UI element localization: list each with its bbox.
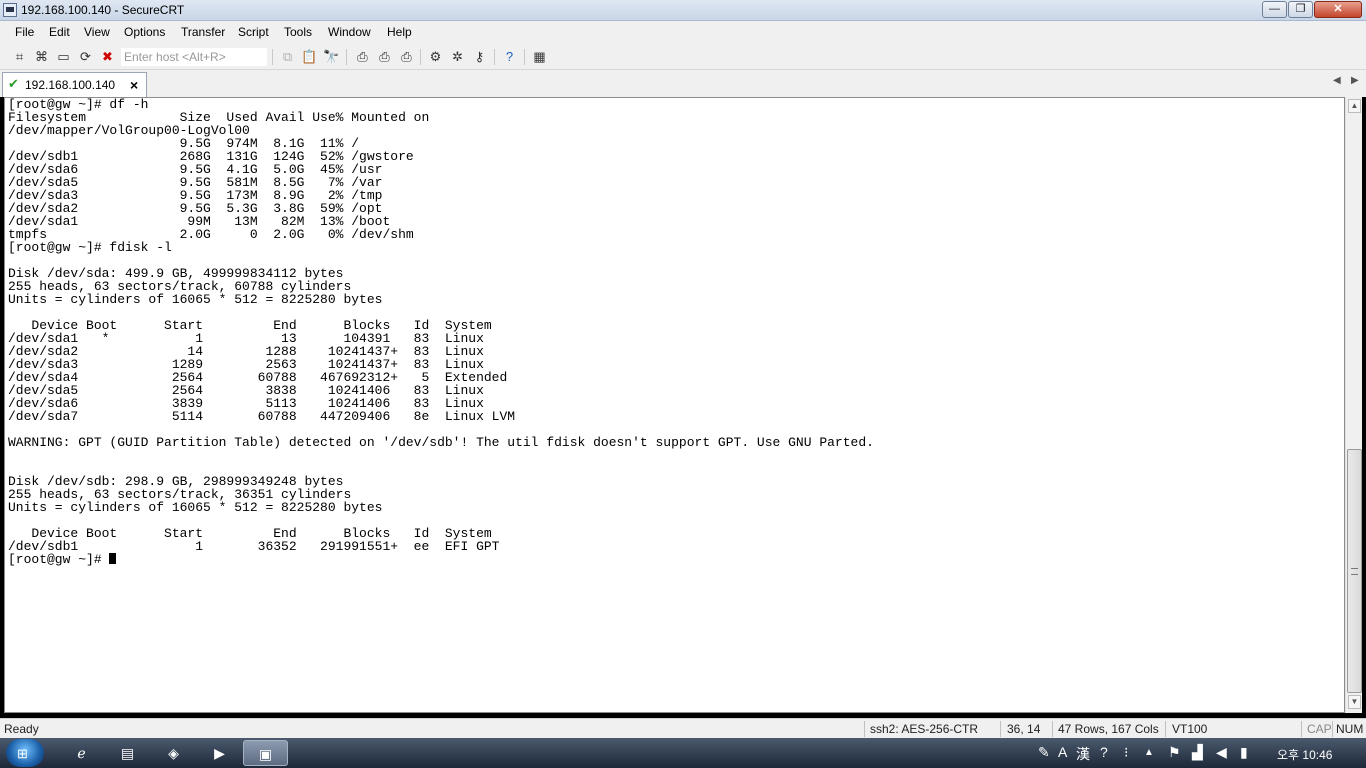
ime-menu-icon[interactable]: ⁝ <box>1124 744 1128 761</box>
close-button[interactable]: ✕ <box>1314 1 1362 18</box>
ime-help-icon[interactable]: ? <box>1100 744 1108 760</box>
toolbar-separator <box>420 49 421 65</box>
network-icon[interactable]: ▟ <box>1192 744 1203 761</box>
paste-icon[interactable]: 📋 <box>301 48 318 65</box>
show-hidden-icons-icon[interactable]: ▲ <box>1144 747 1154 758</box>
status-terminal-size: 47 Rows, 167 Cols <box>1058 722 1159 736</box>
help-icon[interactable]: ? <box>501 48 518 65</box>
status-cipher: ssh2: AES-256-CTR <box>870 722 979 736</box>
menu-script[interactable]: Script <box>238 25 269 39</box>
windows-taskbar: ⊞ ℯ ▤ ◈ ▶ ▣ ✎ A 漢 ? ⁝ ▲ ⚑ ▟ ◀ ▮ 오후 10:46 <box>0 738 1366 768</box>
scrollbar-thumb[interactable] <box>1347 449 1362 693</box>
session-tab-bar: ✔ 192.168.100.140 × ◀ ▶ <box>0 70 1366 97</box>
toolbar-separator <box>494 49 495 65</box>
terminal-prompt-line: [root@gw ~]# <box>8 553 874 566</box>
menu-bar: File Edit View Options Transfer Script T… <box>0 21 1366 44</box>
securecrt-app-icon[interactable] <box>3 3 17 17</box>
securecrt-task-icon[interactable]: ▣ <box>243 740 288 766</box>
session-tab[interactable]: ✔ 192.168.100.140 × <box>2 72 147 97</box>
menu-options[interactable]: Options <box>124 25 165 39</box>
terminal-line: Units = cylinders of 16065 * 512 = 82252… <box>8 500 383 515</box>
global-options-icon[interactable]: ✲ <box>449 48 466 65</box>
title-bar: 192.168.100.140 - SecureCRT — ❐ ✕ <box>0 0 1366 21</box>
menu-help[interactable]: Help <box>387 25 412 39</box>
disconnect-icon[interactable]: ✖ <box>99 48 116 65</box>
toolbar-separator <box>524 49 525 65</box>
terminal-line: /dev/sdb1 1 36352 291991551+ ee EFI GPT <box>8 539 500 554</box>
app-icon[interactable]: ◈ <box>151 740 196 766</box>
vertical-scrollbar[interactable]: ▲ ▼ <box>1345 97 1362 713</box>
ime-mode-a[interactable]: A <box>1058 744 1067 760</box>
close-tab-button[interactable]: × <box>130 77 138 93</box>
print-icon[interactable]: ⎙ <box>398 48 415 65</box>
file-explorer-icon[interactable]: ▤ <box>105 740 150 766</box>
status-emulation: VT100 <box>1172 722 1208 736</box>
window-title: 192.168.100.140 - SecureCRT <box>21 3 185 17</box>
minimize-button[interactable]: — <box>1262 1 1287 18</box>
menu-tools[interactable]: Tools <box>284 25 312 39</box>
connect-tab-icon[interactable]: ▭ <box>55 48 72 65</box>
terminal-line: /dev/sda7 5114 60788 447209406 8e Linux … <box>8 409 516 424</box>
action-center-flag-icon[interactable]: ⚑ <box>1168 744 1181 761</box>
start-button[interactable]: ⊞ <box>6 739 44 767</box>
power-icon[interactable]: ▮ <box>1240 744 1248 761</box>
reconnect-icon[interactable]: ⟳ <box>77 48 94 65</box>
status-separator <box>1000 721 1001 737</box>
connect-icon[interactable]: ⌗ <box>11 48 28 65</box>
toolbar: ⌗ ⌘ ▭ ⟳ ✖ Enter host <Alt+R> ⧉ 📋 🔭 ⎙ ⎙ ⎙… <box>0 44 1366 70</box>
status-bar: Ready ssh2: AES-256-CTR 36, 14 47 Rows, … <box>0 718 1366 738</box>
internet-explorer-icon[interactable]: ℯ <box>59 740 104 766</box>
terminal-line: WARNING: GPT (GUID Partition Table) dete… <box>8 435 874 450</box>
status-separator <box>1301 721 1302 737</box>
copy-icon[interactable]: ⧉ <box>279 48 296 65</box>
taskbar-clock[interactable]: 오후 10:46 <box>1277 746 1332 763</box>
toolbar-separator <box>346 49 347 65</box>
media-player-icon[interactable]: ▶ <box>197 740 242 766</box>
connected-check-icon: ✔ <box>8 76 19 91</box>
session-options-icon[interactable]: ⚙ <box>427 48 444 65</box>
scroll-up-icon[interactable]: ▲ <box>1348 99 1361 113</box>
sftp-icon[interactable]: ▦ <box>531 48 548 65</box>
status-num-lock: NUM <box>1336 722 1364 736</box>
text-cursor <box>109 553 117 564</box>
status-separator <box>1332 721 1333 737</box>
ime-mode-hanja[interactable]: 漢 <box>1076 744 1090 764</box>
tab-scroll-left-icon[interactable]: ◀ <box>1333 75 1341 86</box>
terminal-prompt: [root@gw ~]# <box>8 552 110 567</box>
host-input[interactable]: Enter host <Alt+R> <box>120 47 268 67</box>
menu-edit[interactable]: Edit <box>49 25 70 39</box>
terminal-view[interactable]: [root@gw ~]# df -h Filesystem Size Used A… <box>4 97 1345 713</box>
toolbar-separator <box>272 49 273 65</box>
status-ready: Ready <box>4 722 39 736</box>
menu-file[interactable]: File <box>15 25 34 39</box>
host-placeholder: Enter host <Alt+R> <box>124 50 226 64</box>
volume-icon[interactable]: ◀ <box>1216 744 1227 761</box>
terminal-output: [root@gw ~]# df -h Filesystem Size Used A… <box>8 98 874 566</box>
scroll-down-icon[interactable]: ▼ <box>1348 695 1361 709</box>
tab-scroll-right-icon[interactable]: ▶ <box>1351 75 1359 86</box>
keymap-icon[interactable]: ⚷ <box>471 48 488 65</box>
menu-view[interactable]: View <box>84 25 110 39</box>
status-separator <box>1052 721 1053 737</box>
status-separator <box>1165 721 1166 737</box>
status-separator <box>864 721 865 737</box>
status-cursor-position: 36, 14 <box>1007 722 1041 736</box>
windows-logo-icon: ⊞ <box>17 746 28 761</box>
quick-connect-icon[interactable]: ⌘ <box>33 48 50 65</box>
status-caps-lock: CAP <box>1307 722 1332 736</box>
terminal-line: Units = cylinders of 16065 * 512 = 82252… <box>8 292 383 307</box>
print-selection-icon[interactable]: ⎙ <box>376 48 393 65</box>
terminal-line: [root@gw ~]# fdisk -l <box>8 240 172 255</box>
maximize-button[interactable]: ❐ <box>1288 1 1313 18</box>
session-tab-label: 192.168.100.140 <box>25 78 116 92</box>
find-icon[interactable]: 🔭 <box>323 48 340 65</box>
print-screen-icon[interactable]: ⎙ <box>354 48 371 65</box>
scrollbar-grip-icon <box>1351 568 1358 575</box>
ime-pen-icon[interactable]: ✎ <box>1038 744 1050 761</box>
menu-window[interactable]: Window <box>328 25 371 39</box>
menu-transfer[interactable]: Transfer <box>181 25 225 39</box>
